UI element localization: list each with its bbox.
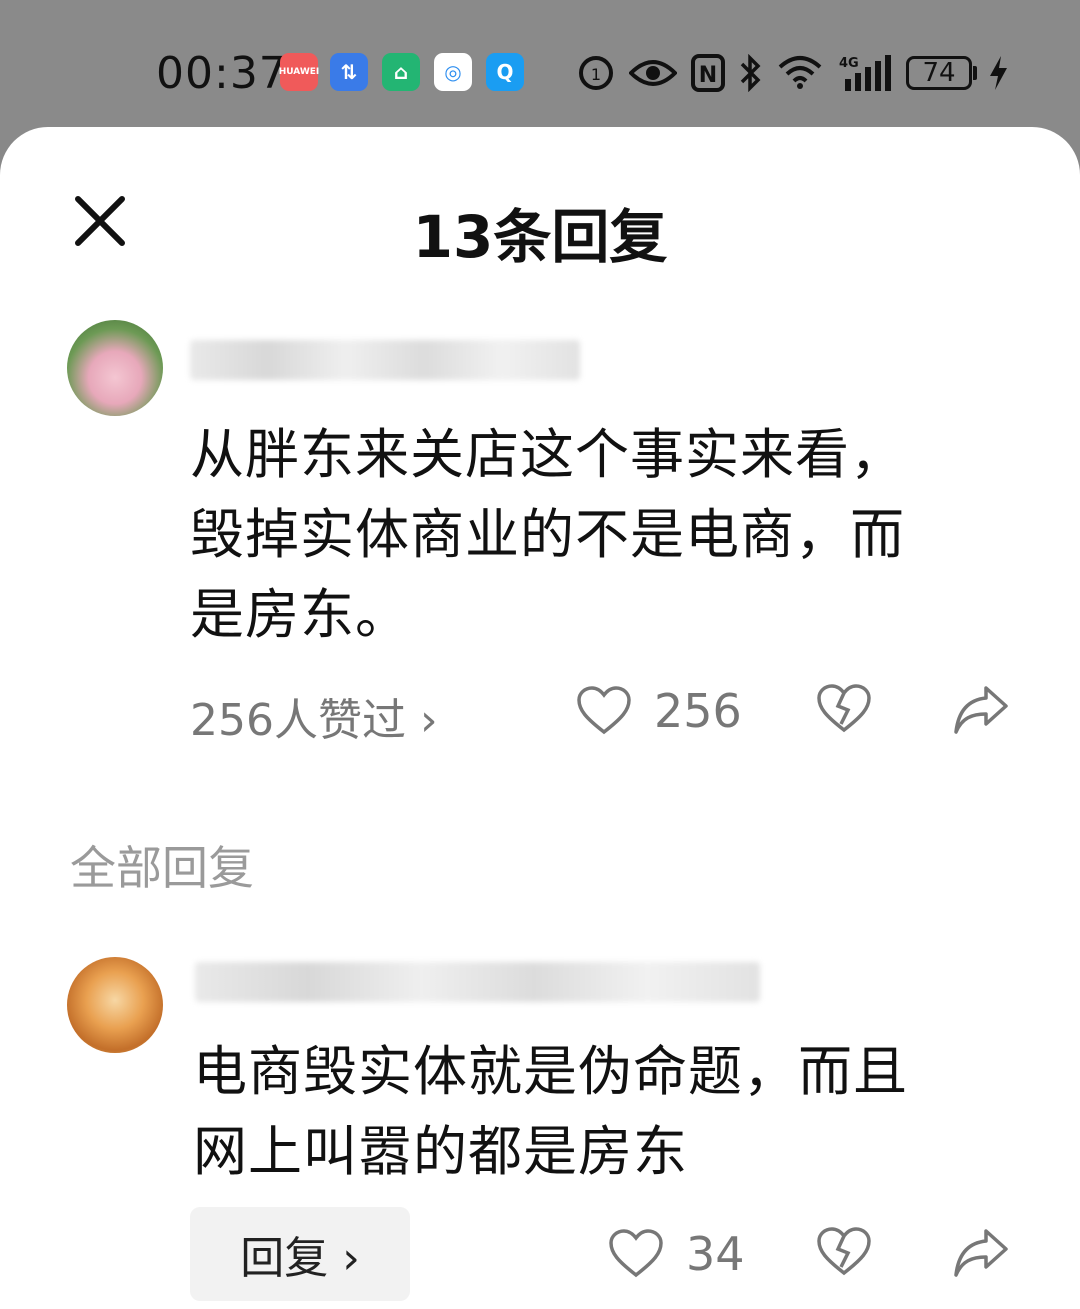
battery-indicator: 74 <box>906 56 972 90</box>
transfer-app-icon: ⇅ <box>330 53 368 91</box>
main-comment-text: 从胖东来关店这个事实来看， 毁掉实体商业的不是电商，而 是房东。 <box>190 423 905 646</box>
nfc-icon: N <box>690 52 726 94</box>
dislike-button[interactable] <box>816 1227 872 1277</box>
username-blurred[interactable] <box>190 340 580 380</box>
svg-text:4G: 4G <box>839 56 859 71</box>
heart-icon <box>609 1229 663 1278</box>
reply-button[interactable]: 回复 › <box>190 1207 410 1301</box>
huawei-appgallery-icon: HUAWEI <box>279 53 319 91</box>
like-button[interactable]: 34 <box>608 1227 745 1281</box>
status-bar: 00:37 HUAWEI ⇅ ⌂ ◎ Q 1 N 4G 74 <box>0 0 1080 140</box>
dislike-button[interactable] <box>816 684 872 734</box>
eye-comfort-icon <box>628 52 678 94</box>
wifi-icon <box>776 52 824 94</box>
avatar[interactable] <box>67 957 163 1053</box>
username-blurred[interactable] <box>195 962 760 1002</box>
share-button[interactable] <box>952 684 1010 736</box>
mi-home-app-icon: ⌂ <box>382 53 420 91</box>
like-count: 256 <box>654 684 742 738</box>
svg-text:N: N <box>699 63 717 88</box>
like-button[interactable]: 256 <box>576 684 742 738</box>
search-app-icon: Q <box>486 53 524 91</box>
sheet-title: 13条回复 <box>412 203 668 271</box>
share-button[interactable] <box>952 1227 1010 1279</box>
browser-app-icon: ◎ <box>434 53 472 91</box>
like-count: 34 <box>686 1227 745 1281</box>
avatar[interactable] <box>67 320 163 416</box>
cellular-signal-icon: 4G <box>836 52 894 94</box>
share-icon <box>954 1229 1008 1277</box>
battery-tip <box>973 66 977 80</box>
reply-text: 电商毁实体就是伪命题，而且 网上叫嚣的都是房东 <box>193 1040 908 1183</box>
charging-icon <box>986 52 1010 94</box>
share-icon <box>954 686 1008 734</box>
all-replies-label: 全部回复 <box>70 841 254 895</box>
data-saver-icon: 1 <box>576 52 616 94</box>
bluetooth-icon <box>736 52 764 94</box>
liked-by-link[interactable]: 256人赞过 › <box>190 684 438 748</box>
broken-heart-icon <box>817 1227 871 1276</box>
broken-heart-icon <box>817 684 871 733</box>
clock: 00:37 <box>156 48 288 99</box>
svg-text:1: 1 <box>591 65 601 84</box>
heart-icon <box>577 686 631 735</box>
